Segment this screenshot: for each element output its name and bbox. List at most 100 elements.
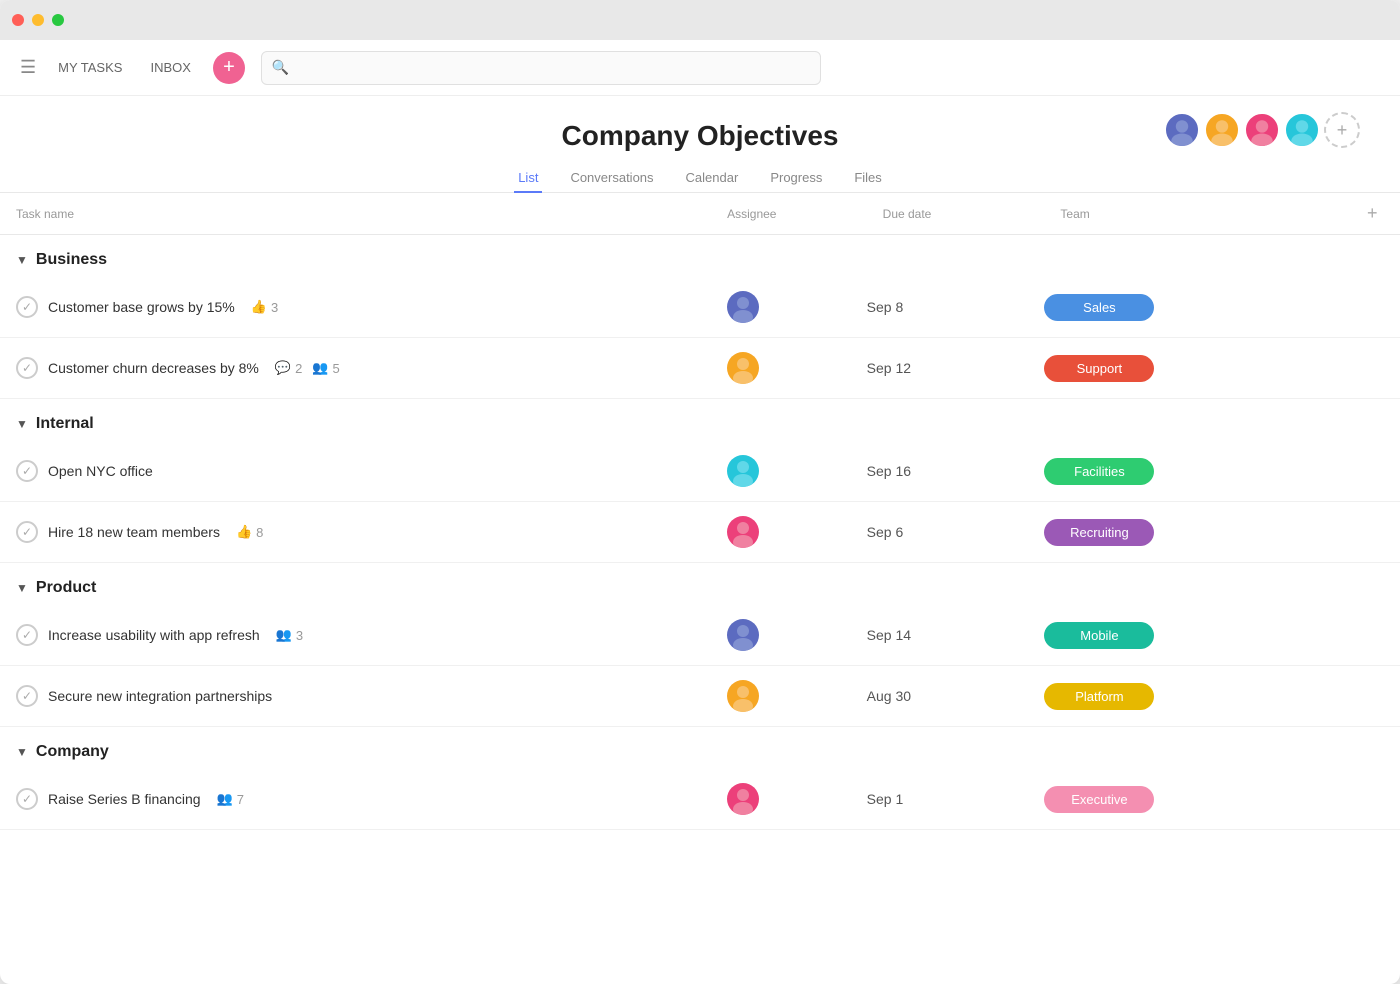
task-cell-content: ✓ Secure new integration partnerships (0, 671, 711, 721)
team-badge[interactable]: Recruiting (1044, 519, 1154, 546)
section-row: ▼ Internal (0, 399, 1400, 442)
meta-item: 👥3 (276, 627, 303, 643)
col-header-team: Team (1044, 193, 1344, 235)
meta-icon: 👥 (217, 791, 233, 807)
search-input[interactable] (295, 60, 810, 75)
team-badge[interactable]: Mobile (1044, 622, 1154, 649)
meta-icon: 👍 (236, 524, 252, 540)
maximize-button[interactable] (52, 14, 64, 26)
tab-calendar[interactable]: Calendar (682, 164, 743, 193)
my-tasks-nav[interactable]: MY TASKS (52, 56, 128, 79)
meta-count: 3 (271, 300, 278, 315)
inbox-nav[interactable]: INBOX (144, 56, 196, 79)
task-cell: ✓ Secure new integration partnerships (0, 666, 711, 727)
meta-item: 👍3 (251, 299, 278, 315)
meta-count: 8 (256, 525, 263, 540)
chevron-icon[interactable]: ▼ (16, 253, 28, 267)
section-label: Business (36, 251, 107, 269)
minimize-button[interactable] (32, 14, 44, 26)
table-row: ✓ Customer base grows by 15% 👍3 Sep 8 Sa… (0, 277, 1400, 338)
table-row: ✓ Raise Series B financing 👥7 Sep 1 Exec… (0, 769, 1400, 830)
title-bar (0, 0, 1400, 40)
task-avatar[interactable] (727, 516, 759, 548)
task-cell: ✓ Raise Series B financing 👥7 (0, 769, 711, 830)
add-member-button[interactable]: + (1324, 112, 1360, 148)
task-checkbox[interactable]: ✓ (16, 624, 38, 646)
task-avatar[interactable] (727, 783, 759, 815)
team-cell: Platform (1044, 666, 1344, 727)
assignee-content (711, 441, 867, 501)
duedate-cell: Sep 12 (867, 338, 1045, 399)
task-cell-content: ✓ Hire 18 new team members 👍8 (0, 507, 711, 557)
project-header: Company Objectives + (0, 96, 1400, 152)
task-name: Hire 18 new team members (48, 524, 220, 540)
task-meta: 💬2👥5 (275, 360, 340, 376)
meta-icon: 👍 (251, 299, 267, 315)
team-badge[interactable]: Executive (1044, 786, 1154, 813)
search-bar: 🔍 (261, 51, 821, 85)
task-cell: ✓ Hire 18 new team members 👍8 (0, 502, 711, 563)
task-checkbox[interactable]: ✓ (16, 460, 38, 482)
team-badge[interactable]: Sales (1044, 294, 1154, 321)
task-checkbox[interactable]: ✓ (16, 357, 38, 379)
team-badge[interactable]: Platform (1044, 683, 1154, 710)
row-add-cell (1344, 769, 1400, 830)
section-label: Product (36, 579, 96, 597)
avatar-2[interactable] (1204, 112, 1240, 148)
task-cell-content: ✓ Raise Series B financing 👥7 (0, 774, 711, 824)
tab-files[interactable]: Files (850, 164, 885, 193)
task-checkbox[interactable]: ✓ (16, 296, 38, 318)
assignee-content (711, 666, 867, 726)
task-avatar[interactable] (727, 455, 759, 487)
col-header-assignee: Assignee (711, 193, 867, 235)
menu-icon[interactable]: ☰ (20, 57, 36, 78)
table-row: ✓ Hire 18 new team members 👍8 Sep 6 Recr… (0, 502, 1400, 563)
task-name: Increase usability with app refresh (48, 627, 260, 643)
section-title: ▼ Business (16, 251, 1384, 269)
task-cell: ✓ Customer base grows by 15% 👍3 (0, 277, 711, 338)
tab-list[interactable]: List (514, 164, 542, 193)
avatar-4[interactable] (1284, 112, 1320, 148)
task-meta: 👍8 (236, 524, 263, 540)
meta-count: 5 (332, 361, 339, 376)
duedate-cell: Aug 30 (867, 666, 1045, 727)
col-header-task: Task name (0, 193, 711, 235)
task-checkbox[interactable]: ✓ (16, 788, 38, 810)
add-button[interactable]: + (213, 52, 245, 84)
team-badge[interactable]: Facilities (1044, 458, 1154, 485)
task-name: Customer base grows by 15% (48, 299, 235, 315)
section-row: ▼ Company (0, 727, 1400, 770)
task-checkbox[interactable]: ✓ (16, 521, 38, 543)
avatar-1[interactable] (1164, 112, 1200, 148)
chevron-icon[interactable]: ▼ (16, 745, 28, 759)
task-name: Secure new integration partnerships (48, 688, 272, 704)
task-meta: 👍3 (251, 299, 278, 315)
meta-item: 👍8 (236, 524, 263, 540)
table-row: ✓ Customer churn decreases by 8% 💬2👥5 Se… (0, 338, 1400, 399)
assignee-content (711, 605, 867, 665)
close-button[interactable] (12, 14, 24, 26)
section-cell: ▼ Internal (0, 399, 1400, 442)
team-badge[interactable]: Support (1044, 355, 1154, 382)
duedate-cell: Sep 8 (867, 277, 1045, 338)
tab-progress[interactable]: Progress (766, 164, 826, 193)
col-header-duedate: Due date (867, 193, 1045, 235)
task-avatar[interactable] (727, 619, 759, 651)
team-cell: Sales (1044, 277, 1344, 338)
chevron-icon[interactable]: ▼ (16, 417, 28, 431)
task-avatar[interactable] (727, 352, 759, 384)
assignee-cell (711, 605, 867, 666)
col-header-add[interactable]: + (1344, 193, 1400, 235)
avatar-3[interactable] (1244, 112, 1280, 148)
task-avatar[interactable] (727, 680, 759, 712)
chevron-icon[interactable]: ▼ (16, 581, 28, 595)
table-row: ✓ Secure new integration partnerships Au… (0, 666, 1400, 727)
team-cell: Recruiting (1044, 502, 1344, 563)
tab-conversations[interactable]: Conversations (566, 164, 657, 193)
meta-item: 💬2 (275, 360, 302, 376)
task-avatar[interactable] (727, 291, 759, 323)
assignee-cell (711, 502, 867, 563)
task-cell: ✓ Customer churn decreases by 8% 💬2👥5 (0, 338, 711, 399)
section-row: ▼ Business (0, 235, 1400, 278)
task-checkbox[interactable]: ✓ (16, 685, 38, 707)
